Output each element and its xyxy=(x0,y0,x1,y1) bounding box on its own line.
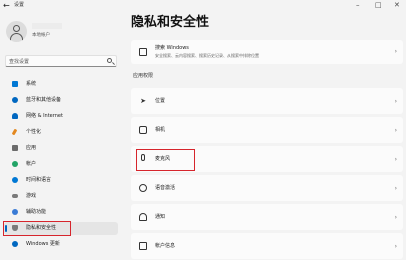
sidebar-item-label: 蓝牙和其他设备 xyxy=(26,97,62,103)
permission-account-info[interactable]: 帐户信息 › xyxy=(131,233,403,259)
update-icon xyxy=(12,241,18,247)
wifi-icon xyxy=(12,113,18,119)
bell-icon xyxy=(139,213,147,221)
person-head-icon xyxy=(13,25,20,32)
username-placeholder xyxy=(32,23,62,29)
globe-clock-icon xyxy=(12,177,18,183)
brush-icon xyxy=(11,128,18,136)
page-title: 隐私和安全性 xyxy=(131,15,210,30)
location-icon: ➤ xyxy=(140,97,146,105)
card-title: 搜索 Windows xyxy=(155,45,189,51)
sidebar-item-windows-update[interactable]: Windows 更新 xyxy=(4,238,118,251)
section-label: 应用权限 xyxy=(133,73,154,79)
title-bar: ← 设置 – □ ✕ xyxy=(0,0,406,12)
person-body-icon xyxy=(10,33,23,41)
accessibility-icon xyxy=(12,209,18,215)
app-title: 设置 xyxy=(14,2,25,8)
close-button[interactable]: ✕ xyxy=(394,1,400,9)
sidebar-item-label: 辅助功能 xyxy=(26,209,47,215)
sidebar-item-accessibility[interactable]: 辅助功能 xyxy=(4,206,118,219)
permission-label: 位置 xyxy=(155,98,166,104)
permission-label: 通知 xyxy=(155,214,166,220)
sidebar-item-label: 帐户 xyxy=(26,161,37,167)
voice-icon xyxy=(139,184,147,192)
permission-label: 语音激活 xyxy=(155,185,176,191)
search-windows-card[interactable]: 搜索 Windows 安全搜索、云内容搜索、搜索历史记录、从搜索中排除位置 › xyxy=(131,40,403,64)
chevron-right-icon: › xyxy=(394,98,397,105)
sidebar-item-label: 时间和语言 xyxy=(26,177,52,183)
maximize-button[interactable]: □ xyxy=(375,1,382,9)
chevron-right-icon: › xyxy=(394,185,397,192)
sidebar-item-label: 应用 xyxy=(26,145,37,151)
chevron-right-icon: › xyxy=(394,127,397,134)
camera-icon xyxy=(139,126,147,134)
avatar[interactable] xyxy=(6,21,27,42)
account-type: 本地帐户 xyxy=(32,33,50,38)
back-button[interactable]: ← xyxy=(3,1,10,10)
sidebar-item-label: 游戏 xyxy=(26,193,37,199)
chevron-right-icon: › xyxy=(394,243,397,250)
sidebar-item-label: 系统 xyxy=(26,81,37,87)
account-info-icon xyxy=(139,242,147,250)
minimize-button[interactable]: – xyxy=(356,1,360,9)
bluetooth-icon xyxy=(12,97,18,103)
gamepad-icon xyxy=(12,194,18,198)
permission-location[interactable]: ➤ 位置 › xyxy=(131,88,403,114)
permission-camera[interactable]: 相机 › xyxy=(131,117,403,143)
sidebar-item-network[interactable]: 网络 & Internet xyxy=(4,110,118,123)
sidebar-item-system[interactable]: 系统 xyxy=(4,78,118,91)
sidebar-item-label: 网络 & Internet xyxy=(26,113,63,119)
sidebar-item-label: Windows 更新 xyxy=(26,241,60,247)
chevron-right-icon: › xyxy=(394,214,397,221)
apps-icon xyxy=(12,145,18,151)
search-box[interactable] xyxy=(5,55,117,67)
sidebar-item-bluetooth[interactable]: 蓝牙和其他设备 xyxy=(4,94,118,107)
person-icon xyxy=(12,161,18,167)
highlight-box xyxy=(3,221,71,236)
sidebar-item-gaming[interactable]: 游戏 xyxy=(4,190,118,203)
permission-voice-activation[interactable]: 语音激活 › xyxy=(131,175,403,201)
permission-label: 帐户信息 xyxy=(155,243,176,249)
permission-label: 相机 xyxy=(155,127,166,133)
sidebar-item-label: 个性化 xyxy=(26,129,42,135)
sidebar-item-accounts[interactable]: 帐户 xyxy=(4,158,118,171)
sidebar-item-apps[interactable]: 应用 xyxy=(4,142,118,155)
search-icon[interactable] xyxy=(107,58,112,63)
sidebar-item-personalization[interactable]: 个性化 xyxy=(4,126,118,139)
sidebar-item-time-language[interactable]: 时间和语言 xyxy=(4,174,118,187)
highlight-box xyxy=(136,149,195,171)
search-windows-icon xyxy=(139,48,147,56)
chevron-right-icon: › xyxy=(394,48,397,55)
card-description: 安全搜索、云内容搜索、搜索历史记录、从搜索中排除位置 xyxy=(155,53,259,58)
chevron-right-icon: › xyxy=(394,156,397,163)
permission-notifications[interactable]: 通知 › xyxy=(131,204,403,230)
monitor-icon xyxy=(12,81,18,87)
search-input[interactable] xyxy=(9,57,99,66)
